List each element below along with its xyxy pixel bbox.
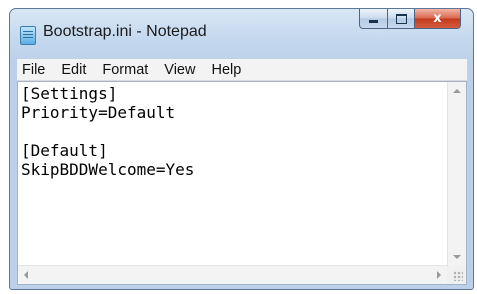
minimize-icon (369, 20, 378, 23)
resize-grip[interactable] (447, 266, 466, 284)
menu-view[interactable]: View (156, 62, 203, 78)
title-bar[interactable]: Bootstrap.ini - Notepad x (10, 9, 473, 59)
text-editor: [Settings] Priority=Default [Default] Sk… (17, 81, 467, 285)
horizontal-scrollbar[interactable] (18, 265, 447, 284)
scroll-down-icon[interactable] (453, 255, 461, 259)
window-title: Bootstrap.ini - Notepad (43, 23, 207, 40)
menu-format[interactable]: Format (94, 62, 156, 78)
maximize-icon (395, 13, 407, 24)
close-button[interactable]: x (415, 9, 461, 29)
scroll-right-icon[interactable] (437, 271, 441, 279)
menu-file[interactable]: File (17, 62, 53, 78)
minimize-button[interactable] (359, 9, 388, 29)
caption-buttons: x (359, 9, 461, 30)
notepad-window: Bootstrap.ini - Notepad x File Edit Form… (9, 8, 474, 290)
menu-help[interactable]: Help (203, 62, 249, 78)
scroll-left-icon[interactable] (24, 271, 28, 279)
scroll-up-icon[interactable] (453, 89, 461, 93)
close-icon: x (433, 11, 442, 26)
maximize-button[interactable] (388, 9, 415, 29)
resize-grip-icon (453, 271, 463, 281)
vertical-scrollbar[interactable] (447, 82, 466, 266)
menu-edit[interactable]: Edit (53, 62, 94, 78)
notepad-icon[interactable] (20, 26, 36, 45)
menu-bar: File Edit Format View Help (17, 59, 467, 81)
editor-text[interactable]: [Settings] Priority=Default [Default] Sk… (18, 82, 447, 266)
